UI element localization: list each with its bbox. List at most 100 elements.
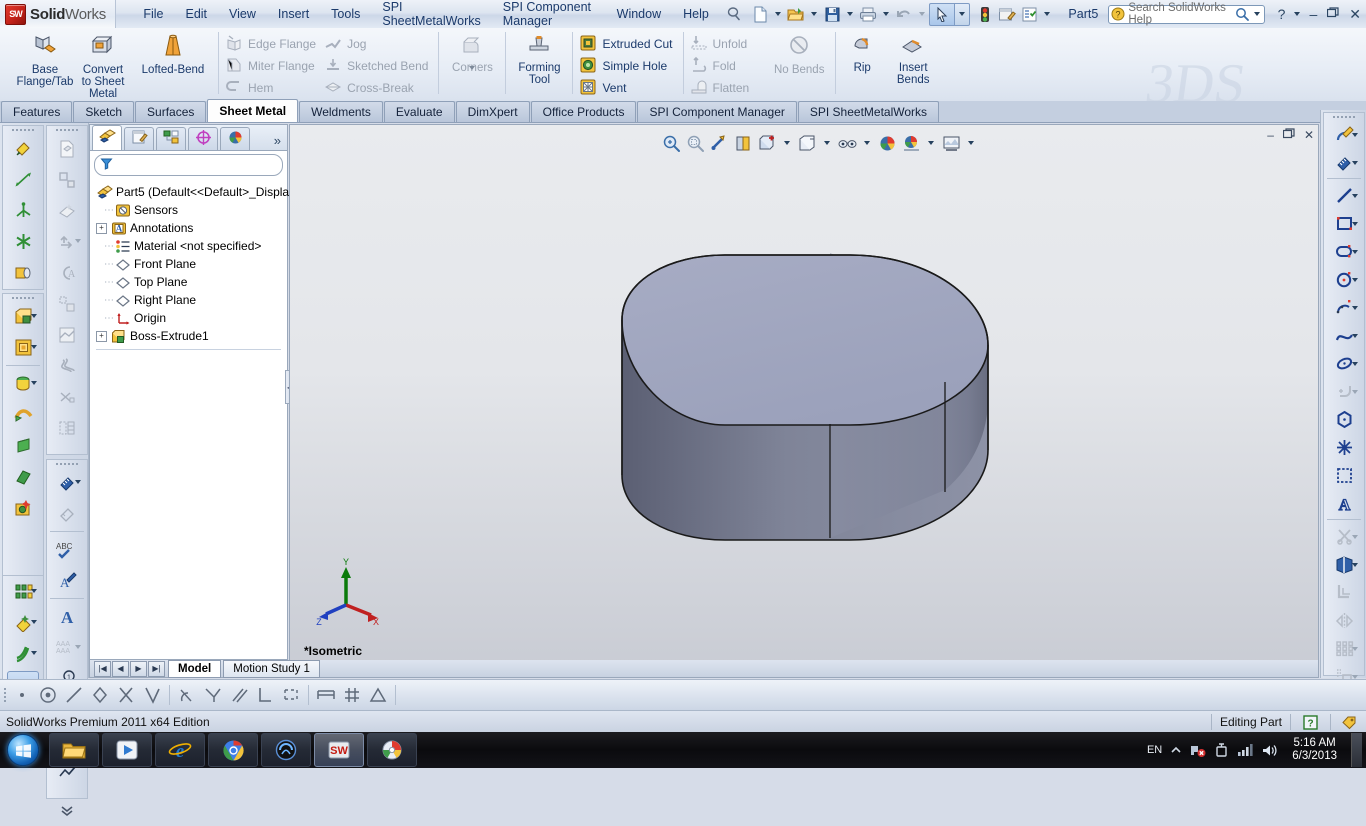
show-desktop-button[interactable]: [1351, 733, 1362, 767]
feature-manager-tree-tab[interactable]: [92, 125, 122, 150]
taskbar-internet-explorer[interactable]: e: [155, 733, 205, 767]
feature-tree[interactable]: Part5 (Default<<Default>_Displa ⋯ Sensor…: [90, 179, 289, 350]
document-tab-strip[interactable]: |◀ ◀ ▶ ▶| Model Motion Study 1: [89, 659, 1319, 678]
parallel-icon[interactable]: [226, 682, 252, 708]
hole-wizard-icon[interactable]: [3, 492, 43, 523]
display-style-icon[interactable]: [796, 132, 818, 154]
toolbar-grip-2[interactable]: [3, 294, 43, 301]
tab-model[interactable]: Model: [168, 659, 222, 678]
windows-taskbar[interactable]: e SW EN 5:16 AM 6/3/2013: [0, 732, 1366, 768]
print-icon[interactable]: [857, 3, 879, 25]
fillet-caret-icon[interactable]: [31, 620, 37, 624]
extruded-boss-caret-icon[interactable]: [31, 314, 37, 318]
unfold-button[interactable]: Unfold: [688, 33, 756, 55]
taskbar-paint-app[interactable]: [367, 733, 417, 767]
graphics-window-buttons[interactable]: – ✕: [1267, 128, 1314, 142]
section-view-icon[interactable]: [732, 132, 754, 154]
sketch-relations-toolbar[interactable]: [0, 679, 1366, 710]
taskbar-file-explorer[interactable]: [49, 733, 99, 767]
pin-menu-icon[interactable]: [724, 3, 744, 25]
expand-boss-extrude1-button[interactable]: +: [96, 330, 107, 342]
revolved-boss-caret-icon[interactable]: [31, 381, 37, 385]
symmetric-icon[interactable]: [313, 682, 339, 708]
hem-button[interactable]: Hem: [223, 77, 322, 99]
extruded-cut-feature-icon[interactable]: [3, 332, 43, 363]
hide-show-items-icon[interactable]: [836, 132, 858, 154]
tree-item-right-plane[interactable]: ⋯ Right Plane: [96, 291, 287, 309]
taskbar-google-chrome[interactable]: [208, 733, 258, 767]
nav-next-button[interactable]: ▶: [130, 660, 147, 677]
tab-features[interactable]: Features: [1, 101, 73, 122]
ellipse-caret-icon[interactable]: [1352, 362, 1358, 366]
pierce-icon[interactable]: [200, 682, 226, 708]
battery-icon[interactable]: [1214, 742, 1229, 758]
options-icon[interactable]: [996, 3, 1018, 25]
display-style-caret-icon[interactable]: [824, 141, 830, 145]
search-help-box[interactable]: ? Search SolidWorks Help: [1108, 2, 1265, 26]
flatten-button[interactable]: Flatten: [688, 77, 756, 99]
fold-button[interactable]: Fold: [688, 55, 756, 77]
menu-item-spi-component-manager[interactable]: SPI Component Manager: [492, 0, 606, 31]
intersection-icon[interactable]: [113, 682, 139, 708]
rectangle-caret-icon[interactable]: [1352, 222, 1358, 226]
more-chevrons-icon[interactable]: [47, 795, 87, 826]
open-folder-icon[interactable]: [785, 3, 807, 25]
tree-item-part5[interactable]: Part5 (Default<<Default>_Displa: [96, 183, 289, 201]
tab-office-products[interactable]: Office Products: [530, 101, 637, 122]
insert-bends-button[interactable]: Insert Bends: [884, 28, 942, 86]
extruded-cut-caret-icon[interactable]: [31, 345, 37, 349]
start-button[interactable]: [0, 733, 46, 767]
tab-dimxpert[interactable]: DimXpert: [455, 101, 530, 122]
tab-spi-sheetmetalworks[interactable]: SPI SheetMetalWorks: [797, 101, 940, 122]
command-manager-tabs[interactable]: Features Sketch Surfaces Sheet Metal Wel…: [0, 99, 1366, 123]
save-caret-icon[interactable]: [847, 12, 854, 16]
tab-motion-study-1[interactable]: Motion Study 1: [223, 659, 320, 678]
note-icon[interactable]: A: [47, 565, 87, 596]
midpoint-icon[interactable]: [139, 682, 165, 708]
view-orientation-icon[interactable]: [756, 132, 778, 154]
text-right-icon[interactable]: A: [1324, 489, 1364, 517]
swept-boss-icon[interactable]: [3, 399, 43, 430]
tree-item-material[interactable]: ⋯ Material <not specified>: [96, 237, 287, 255]
cross-break-button[interactable]: Cross-Break: [322, 77, 434, 99]
point-relation-icon[interactable]: [9, 682, 35, 708]
extruded-boss-icon[interactable]: [3, 301, 43, 332]
reference-geometry-icon[interactable]: [3, 195, 43, 226]
smart-dimension-caret-icon[interactable]: [75, 480, 81, 484]
feature-manager-more-tabs[interactable]: »: [268, 131, 287, 150]
taskbar-clock[interactable]: 5:16 AM 6/3/2013: [1286, 737, 1343, 763]
tree-item-annotations[interactable]: + A Annotations: [96, 219, 287, 237]
menu-item-view[interactable]: View: [218, 4, 267, 24]
toolbar-grip-right[interactable]: [1324, 113, 1364, 120]
no-bends-button[interactable]: No Bends: [767, 28, 831, 76]
spline-caret-icon[interactable]: [1352, 334, 1358, 338]
tree-item-sensors[interactable]: ⋯ Sensors: [96, 201, 287, 219]
point-icon[interactable]: [1324, 433, 1364, 461]
menu-item-spi-sheetmetalworks[interactable]: SPI SheetMetalWorks: [371, 0, 491, 31]
quick-access-toolbar[interactable]: [749, 2, 1054, 26]
menu-item-edit[interactable]: Edit: [174, 4, 218, 24]
display-manager-tab[interactable]: [220, 127, 250, 150]
arc-icon[interactable]: [1324, 293, 1364, 321]
magnifier-icon[interactable]: [1235, 7, 1250, 21]
new-document-caret-icon[interactable]: [775, 12, 782, 16]
toolbar-grip-4[interactable]: [47, 460, 87, 467]
menu-item-tools[interactable]: Tools: [320, 4, 371, 24]
show-hidden-icons-arrow[interactable]: [1170, 744, 1182, 756]
rebuild-icon[interactable]: [974, 3, 996, 25]
status-tag-icon[interactable]: [1339, 715, 1366, 730]
circle-icon[interactable]: [1324, 265, 1364, 293]
apply-scene-caret-icon[interactable]: [928, 141, 934, 145]
corners-dropdown-caret-icon[interactable]: [469, 66, 476, 70]
tab-sketch[interactable]: Sketch: [73, 101, 135, 122]
boundary-boss-icon[interactable]: [3, 461, 43, 492]
edit-appearance-icon[interactable]: [876, 132, 898, 154]
tree-item-boss-extrude1[interactable]: + Boss-Extrude1: [96, 327, 287, 345]
new-document-icon[interactable]: [749, 3, 771, 25]
select-arrow-icon[interactable]: [929, 2, 956, 26]
menu-item-window[interactable]: Window: [606, 4, 672, 24]
property-manager-tab[interactable]: [124, 127, 154, 150]
extruded-cut-button[interactable]: Extruded Cut: [577, 33, 678, 55]
text-icon[interactable]: A: [47, 601, 87, 632]
configuration-manager-tab[interactable]: [156, 127, 186, 150]
